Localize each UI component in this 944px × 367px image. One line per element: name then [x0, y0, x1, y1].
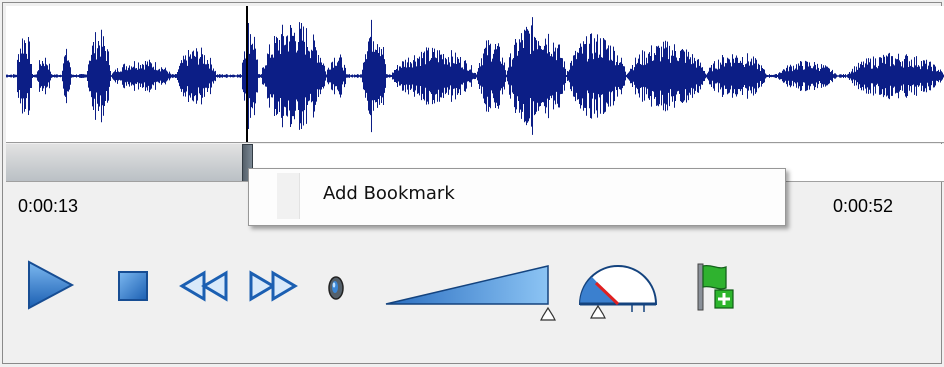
- waveform-graph[interactable]: [6, 6, 944, 142]
- volume-thumb: [540, 306, 556, 321]
- total-time: 0:00:52: [833, 196, 894, 216]
- current-time: 0:00:13: [18, 196, 79, 216]
- speed-thumb: [590, 304, 606, 319]
- menu-icon-gutter: [277, 173, 300, 219]
- fast-forward-icon[interactable]: [247, 270, 301, 302]
- speaker-icon[interactable]: [322, 272, 350, 304]
- add-bookmark-flag-icon[interactable]: [694, 262, 736, 314]
- speed-gauge-icon[interactable]: [576, 262, 660, 322]
- context-menu: Add Bookmark: [248, 168, 786, 226]
- seek-progress: [6, 144, 243, 182]
- waveform-display[interactable]: [6, 6, 944, 143]
- volume-slider[interactable]: [382, 258, 562, 324]
- menu-item-add-bookmark[interactable]: Add Bookmark: [323, 183, 455, 204]
- play-icon[interactable]: [22, 258, 76, 312]
- rewind-icon[interactable]: [178, 270, 232, 302]
- stop-icon[interactable]: [115, 268, 151, 304]
